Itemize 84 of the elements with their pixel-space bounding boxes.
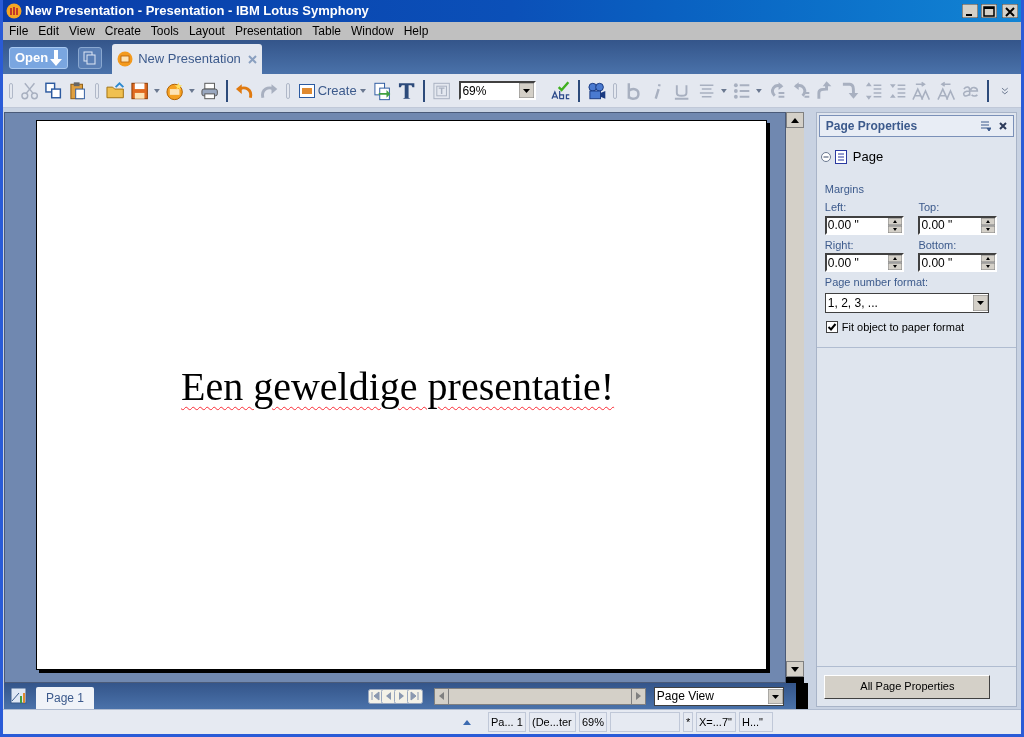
checkbox[interactable]	[825, 320, 838, 333]
field-label: Right:	[824, 237, 855, 253]
status-field: (De...ter	[529, 712, 576, 732]
dropdown-arrow-icon	[972, 294, 988, 311]
movie-camera-icon[interactable]	[586, 80, 606, 101]
window-title: New Presentation - Presentation - IBM Lotus Symphony	[25, 2, 370, 21]
checkbox-label: Fit object to paper format	[841, 319, 965, 335]
margin-spin-field[interactable]: 0.00 "	[824, 253, 904, 272]
menu-item[interactable]: Window	[351, 22, 394, 40]
field-label: Bottom:	[918, 237, 958, 253]
margin-spin-field[interactable]: 0.00 "	[918, 215, 998, 235]
insert-slide-icon[interactable]	[372, 80, 392, 101]
menu-item[interactable]: Tools	[150, 22, 179, 40]
maximize-button[interactable]	[981, 4, 997, 18]
status-field: *	[683, 712, 693, 732]
status-field: H..."	[739, 712, 773, 732]
star-badge-icon[interactable]	[164, 80, 185, 101]
section-label: Page	[852, 148, 884, 166]
spin-arrows-icon[interactable]	[887, 255, 902, 270]
panel-menu-icon[interactable]	[981, 121, 991, 131]
document-tab[interactable]: New Presentation	[112, 44, 262, 74]
spin-arrows-icon[interactable]	[981, 217, 996, 233]
up-arrow-icon[interactable]	[790, 117, 799, 123]
app-logo-icon	[6, 3, 22, 19]
menu-item[interactable]: Layout	[188, 22, 225, 40]
margin-spin-field[interactable]: 0.00 "	[918, 253, 998, 272]
menu-item[interactable]: Help	[403, 22, 429, 40]
caret-icon	[359, 88, 366, 93]
more-tools-icon[interactable]	[1001, 86, 1009, 95]
status-field	[610, 712, 680, 732]
menu-item[interactable]: Table	[312, 22, 341, 40]
down-arrow-icon[interactable]	[790, 666, 799, 672]
spell-check-icon[interactable]	[551, 80, 571, 101]
window-switch-button[interactable]	[78, 47, 103, 69]
minimize-button[interactable]	[962, 4, 978, 18]
close-button[interactable]	[1002, 4, 1018, 18]
menu-item[interactable]: Presentation	[234, 22, 303, 40]
caret-icon[interactable]	[189, 88, 195, 93]
folder-icon[interactable]	[105, 80, 125, 101]
spin-arrows-icon[interactable]	[887, 217, 902, 233]
page-tab[interactable]: Page 1	[36, 687, 95, 709]
caret-icon[interactable]	[755, 88, 762, 93]
menu-item[interactable]: Create	[104, 22, 141, 40]
document-icon	[834, 149, 847, 164]
page-number-format-dropdown[interactable]: 1, 2, 3, ...	[824, 292, 989, 313]
panel-title: Page Properties	[825, 118, 919, 135]
menu-item[interactable]: File	[9, 22, 29, 40]
right-arrow-icon[interactable]	[635, 692, 641, 700]
last-page-button[interactable]	[406, 688, 423, 704]
field-label: Top:	[918, 200, 941, 215]
field-label: Left:	[824, 200, 848, 215]
status-field: Pa... 1	[488, 712, 526, 732]
text-tool-icon[interactable]	[396, 80, 417, 101]
margins-label: Margins	[824, 181, 865, 197]
field-label: Page number format:	[824, 275, 930, 290]
status-field: 69%	[579, 712, 607, 732]
view-dropdown[interactable]: Page View	[653, 686, 784, 706]
menu-item[interactable]: Edit	[38, 22, 60, 40]
down-arrow-icon	[50, 50, 63, 66]
slide-layout-icon	[298, 83, 315, 98]
collapse-icon[interactable]	[820, 151, 831, 162]
zoom-dropdown[interactable]: 69%	[459, 81, 536, 100]
left-arrow-icon[interactable]	[438, 692, 444, 700]
close-icon[interactable]	[999, 122, 1007, 130]
spin-arrows-icon[interactable]	[981, 255, 996, 270]
menu-item[interactable]: View	[69, 22, 95, 40]
margin-spin-field[interactable]: 0.00 "	[824, 215, 904, 235]
stacked-windows-icon	[83, 51, 98, 65]
caret-icon[interactable]	[720, 88, 727, 93]
tab-label: New Presentation	[138, 50, 241, 69]
dropdown-arrow-icon	[767, 688, 783, 704]
presentation-icon	[117, 51, 134, 67]
horizontal-scrollbar[interactable]	[433, 687, 646, 705]
expand-up-icon[interactable]	[463, 719, 471, 725]
all-page-properties-button[interactable]: All Page Properties	[824, 674, 991, 699]
status-field: X=...7"	[696, 712, 736, 732]
copy-icon[interactable]	[44, 80, 64, 101]
clipboard-icon[interactable]	[68, 80, 88, 101]
dropdown-arrow-icon	[518, 83, 534, 98]
printer-icon[interactable]	[200, 80, 220, 101]
create-button[interactable]: Create	[296, 79, 368, 102]
caret-icon[interactable]	[154, 88, 160, 93]
slide-title: Een geweldige presentatie!	[181, 362, 615, 411]
slide-sorter-icon[interactable]	[10, 687, 28, 705]
